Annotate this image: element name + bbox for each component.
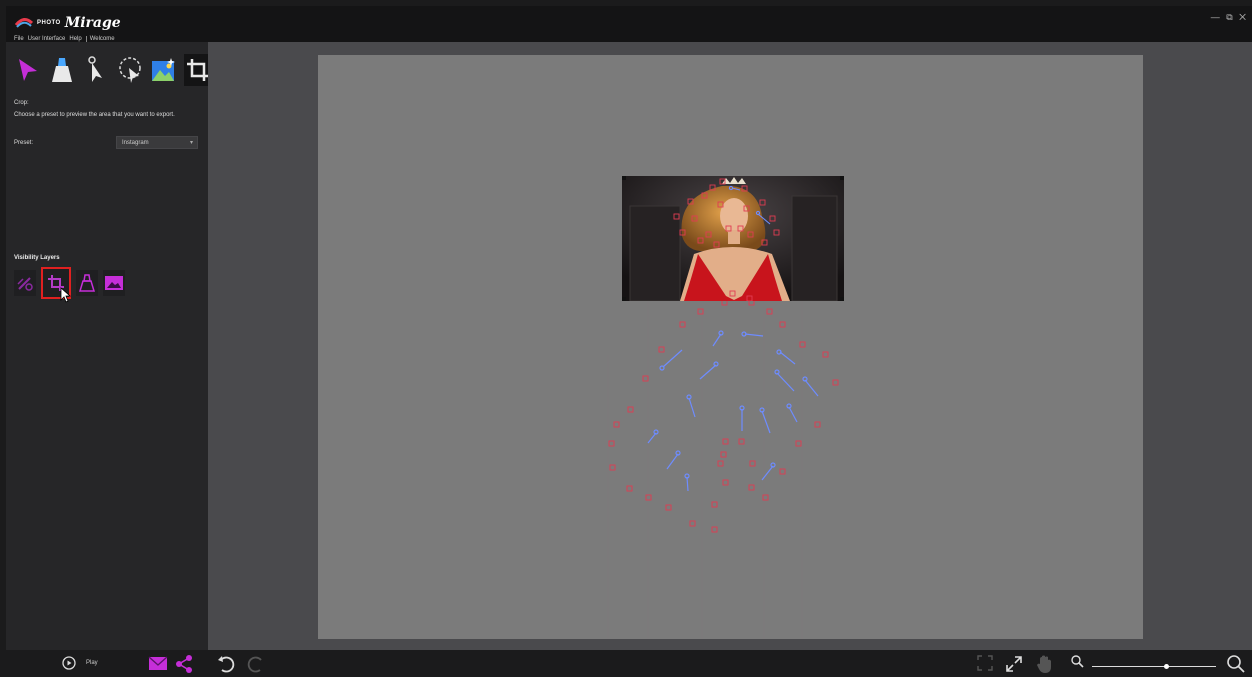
crop-description: Choose a preset to preview the area that… — [14, 112, 175, 118]
lasso-tool-button[interactable] — [116, 54, 144, 86]
play-icon — [62, 656, 76, 670]
sidebar: Crop: Choose a preset to preview the are… — [6, 42, 212, 650]
logo-icon — [15, 18, 33, 28]
email-icon[interactable] — [148, 654, 168, 672]
zoom-slider-handle[interactable] — [1163, 664, 1169, 669]
tool-palette — [14, 54, 212, 86]
redo-icon[interactable] — [246, 654, 266, 674]
mask-layer-icon — [78, 274, 96, 292]
photo-preview[interactable] — [622, 176, 844, 301]
fullscreen-icon[interactable] — [1004, 654, 1024, 674]
anchor-points[interactable] — [608, 299, 839, 533]
title-bar: PHOTO Mirage File User Interface Help We… — [6, 6, 1252, 42]
zoom-slider[interactable] — [1092, 664, 1216, 669]
preset-value: Instagram — [122, 140, 149, 146]
canvas[interactable] — [318, 55, 1143, 639]
pan-hand-icon[interactable] — [1036, 654, 1054, 674]
play-label: Play — [86, 660, 98, 666]
anchor-tool-icon — [88, 56, 102, 82]
motion-layer-icon — [17, 277, 33, 291]
image-layer-toggle[interactable] — [103, 270, 125, 296]
preset-dropdown[interactable]: Instagram ▾ — [116, 136, 198, 149]
chevron-down-icon: ▾ — [189, 140, 193, 146]
anchor-tool-button[interactable] — [82, 54, 110, 86]
anchor-overlay[interactable] — [318, 55, 1143, 639]
select-tool-button[interactable] — [14, 54, 42, 86]
undo-icon[interactable] — [216, 654, 236, 674]
photo-anchors[interactable] — [622, 176, 844, 301]
freeze-mask-tool-button[interactable] — [48, 54, 76, 86]
image-layer-icon — [105, 276, 123, 290]
bottom-bar: Play — [6, 650, 1252, 677]
overlay-tool-icon — [152, 58, 175, 81]
overlay-tool-button[interactable] — [150, 54, 178, 86]
mask-layer-toggle[interactable] — [76, 270, 98, 296]
app-logo: PHOTO Mirage — [15, 15, 121, 31]
window-controls[interactable]: — ⧉ ✕ — [1211, 12, 1248, 23]
crop-title: Crop: — [14, 100, 29, 106]
motion-layer-toggle[interactable] — [14, 270, 36, 296]
share-icon[interactable] — [174, 654, 194, 674]
preset-label: Preset: — [14, 140, 34, 146]
logo-text-mirage: Mirage — [64, 15, 121, 31]
workspace[interactable] — [208, 42, 1252, 650]
fit-to-screen-icon[interactable] — [976, 654, 994, 672]
select-tool-icon — [19, 59, 37, 81]
lasso-select-tool-icon — [119, 57, 141, 83]
motion-arrows[interactable] — [647, 330, 819, 492]
crop-tool-icon — [187, 59, 209, 81]
mouse-cursor-icon — [60, 287, 72, 303]
freeze-mask-tool-icon — [52, 58, 72, 82]
logo-text-photo: PHOTO — [37, 20, 61, 26]
visibility-layers-title: Visibility Layers — [14, 255, 60, 261]
play-button[interactable]: Play — [62, 656, 98, 670]
zoom-in-icon[interactable] — [1226, 654, 1246, 674]
zoom-out-icon[interactable] — [1070, 654, 1084, 668]
